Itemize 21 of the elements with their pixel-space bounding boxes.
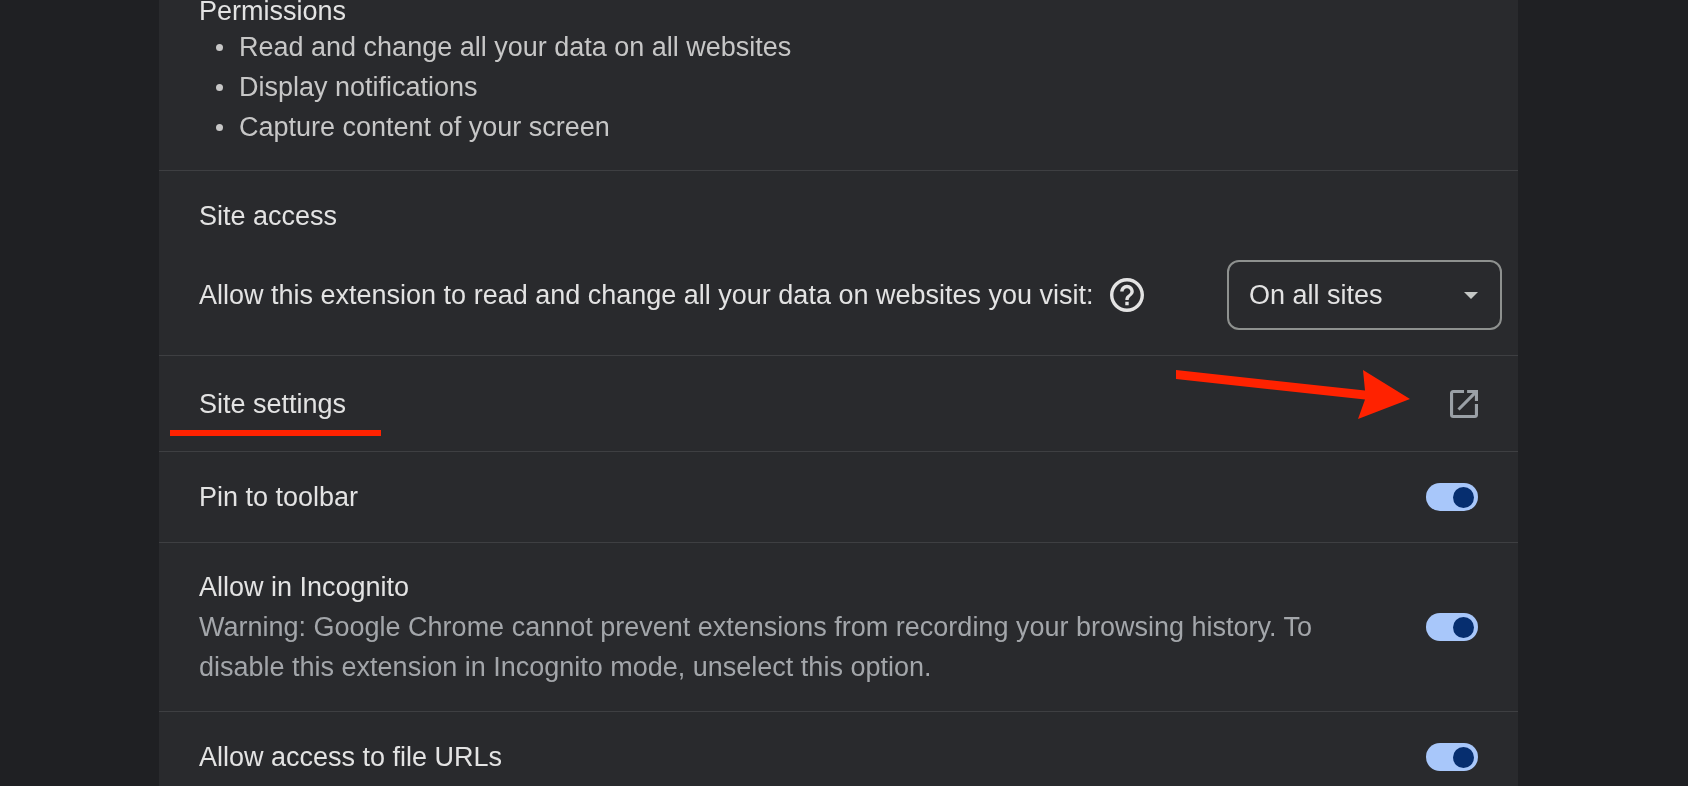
site-access-prompt: Allow this extension to read and change all your data on websites you visit: bbox=[199, 279, 1094, 312]
caret-icon bbox=[1464, 291, 1478, 299]
warning-text: Warning: Google Chrome cannot prevent extensions from recording your browsing history. To disable this extension in Incognito mode, unselect this option. bbox=[199, 611, 1314, 684]
toggle-switch[interactable] bbox=[1426, 483, 1478, 511]
help-icon[interactable] bbox=[1109, 278, 1144, 312]
setting-label: Site settings bbox=[199, 387, 347, 421]
setting-label: Pin to toolbar bbox=[199, 481, 359, 514]
toggle-switch[interactable] bbox=[1426, 743, 1478, 771]
site-access-dropdown[interactable]: On all sites bbox=[1227, 260, 1502, 330]
toggle-switch[interactable] bbox=[1426, 613, 1478, 641]
permission-item: Capture content of your screen bbox=[239, 111, 610, 144]
permission-item: Display notifications bbox=[239, 71, 478, 104]
bullet-icon bbox=[216, 123, 223, 131]
permissions-heading: Permissions bbox=[199, 0, 347, 22]
bullet-icon bbox=[216, 83, 223, 91]
permission-item: Read and change all your data on all websites bbox=[239, 31, 792, 64]
external-link-icon[interactable] bbox=[1450, 389, 1478, 418]
section-title: Site access bbox=[199, 201, 338, 231]
setting-label: Allow in Incognito bbox=[199, 571, 410, 604]
setting-label: Allow access to file URLs bbox=[199, 741, 503, 774]
bullet-icon bbox=[216, 43, 223, 51]
